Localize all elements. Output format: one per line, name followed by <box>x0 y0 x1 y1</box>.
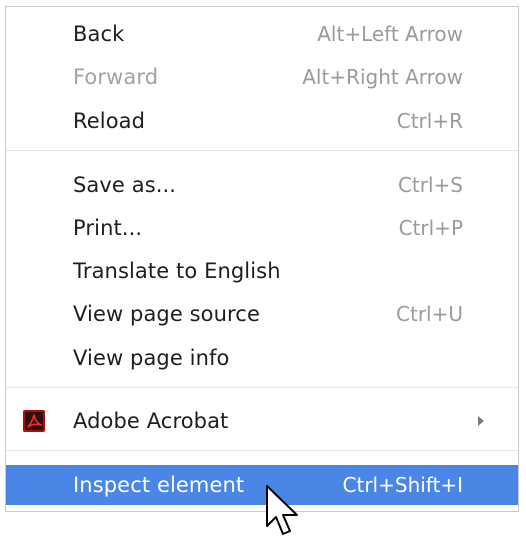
menu-item-adobe-acrobat[interactable]: Adobe Acrobat <box>6 401 518 441</box>
menu-item-label: Inspect element <box>73 473 245 497</box>
context-menu: Back Alt+Left Arrow Forward Alt+Right Ar… <box>5 6 519 512</box>
menu-item-label: Print... <box>73 216 143 240</box>
menu-item-shortcut: Alt+Left Arrow <box>317 22 463 46</box>
menu-item-reload[interactable]: Reload Ctrl+R <box>6 101 518 141</box>
menu-item-save-as[interactable]: Save as... Ctrl+S <box>6 165 518 205</box>
menu-separator <box>6 450 518 451</box>
menu-item-print[interactable]: Print... Ctrl+P <box>6 208 518 248</box>
menu-item-shortcut: Ctrl+Shift+I <box>342 473 463 497</box>
menu-item-back[interactable]: Back Alt+Left Arrow <box>6 14 518 54</box>
menu-item-label: Back <box>73 22 125 46</box>
menu-item-label: View page source <box>73 302 260 326</box>
menu-item-shortcut: Ctrl+P <box>398 216 463 240</box>
menu-item-label: Save as... <box>73 173 177 197</box>
submenu-arrow-icon <box>478 416 484 426</box>
menu-item-label: Forward <box>73 65 159 89</box>
menu-item-inspect-element[interactable]: Inspect element Ctrl+Shift+I <box>6 465 518 505</box>
menu-item-view-page-source[interactable]: View page source Ctrl+U <box>6 294 518 334</box>
menu-item-translate[interactable]: Translate to English <box>6 251 518 291</box>
menu-item-view-page-info[interactable]: View page info <box>6 338 518 378</box>
menu-separator <box>6 150 518 151</box>
mouse-pointer-icon <box>266 485 298 535</box>
menu-item-shortcut: Ctrl+S <box>397 173 463 197</box>
menu-item-label: Reload <box>73 109 146 133</box>
menu-item-shortcut: Alt+Right Arrow <box>302 65 463 89</box>
menu-item-forward: Forward Alt+Right Arrow <box>6 57 518 97</box>
menu-item-shortcut: Ctrl+U <box>396 302 463 326</box>
adobe-acrobat-icon <box>23 410 45 432</box>
menu-item-label: Adobe Acrobat <box>73 409 229 433</box>
menu-item-shortcut: Ctrl+R <box>396 109 463 133</box>
menu-item-label: View page info <box>73 346 230 370</box>
menu-separator <box>6 387 518 388</box>
menu-item-label: Translate to English <box>73 259 281 283</box>
